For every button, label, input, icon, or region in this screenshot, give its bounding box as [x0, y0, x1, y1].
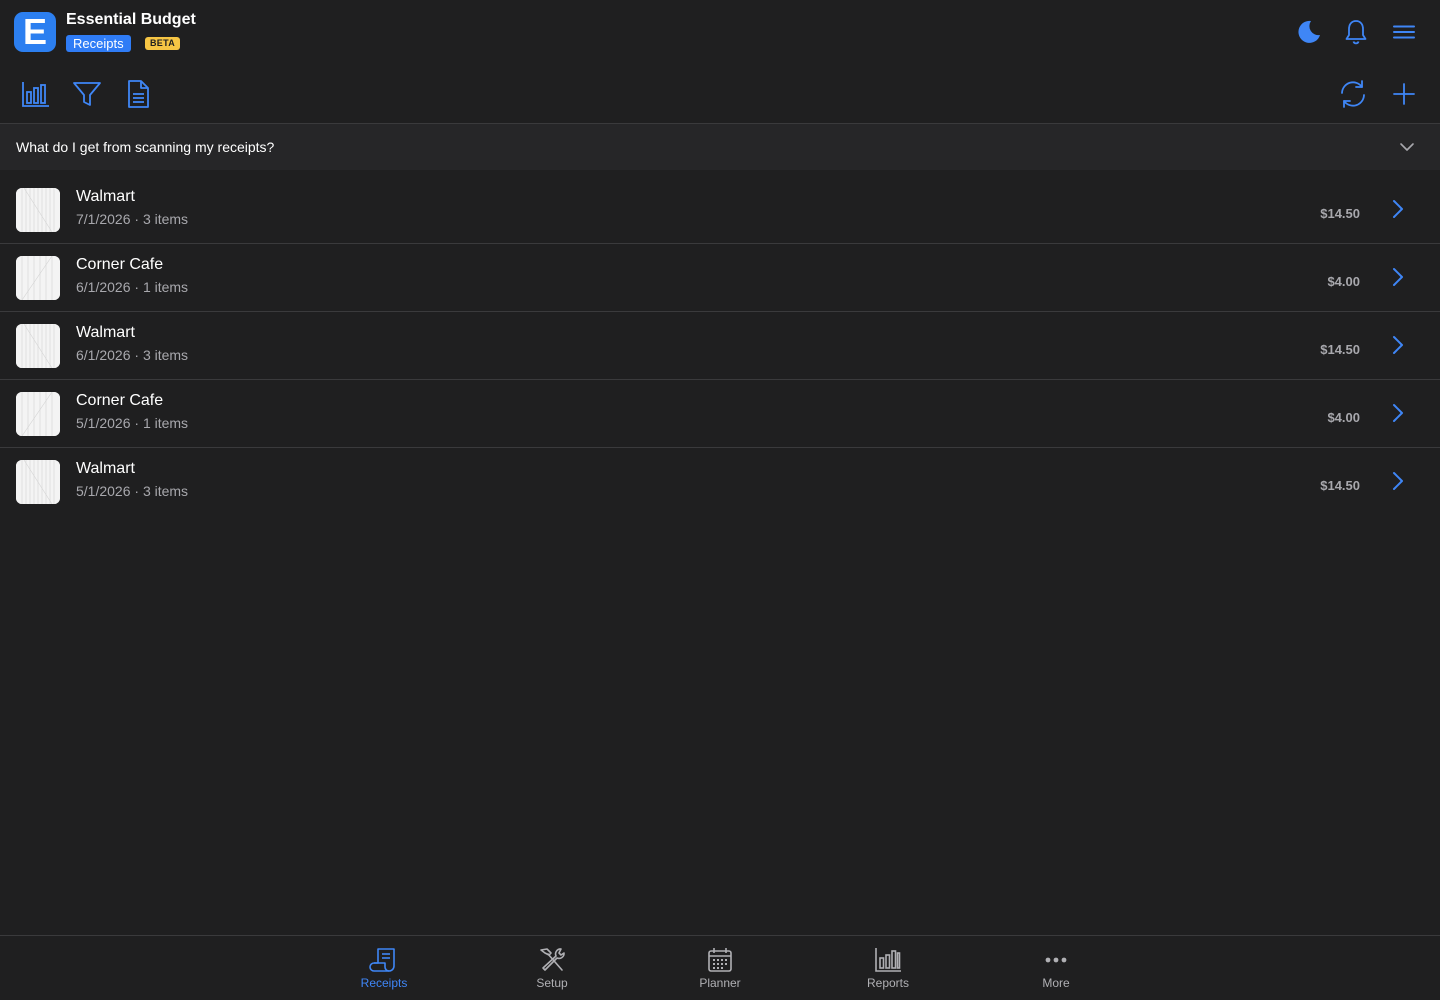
bottom-tab-bar: Receipts Setup Planner Reports More — [0, 935, 1440, 1000]
receipt-thumbnail — [16, 324, 60, 368]
receipt-row[interactable]: Walmart 6/1/2026 · 3 items $14.50 — [0, 312, 1440, 380]
receipt-row[interactable]: Walmart 5/1/2026 · 3 items $14.50 — [0, 448, 1440, 516]
receipt-meta: 7/1/2026 · 3 items — [76, 211, 189, 227]
bell-icon[interactable] — [1342, 18, 1370, 46]
receipt-thumbnail — [16, 188, 60, 232]
app-title: Essential Budget — [66, 11, 196, 28]
tab-label: More — [1042, 976, 1070, 990]
bar-chart-icon — [873, 946, 903, 974]
toolbar — [0, 64, 1440, 124]
tab-more[interactable]: More — [996, 936, 1116, 1000]
receipt-amount: $14.50 — [1320, 342, 1360, 357]
faq-question: What do I get from scanning my receipts? — [16, 139, 275, 155]
sync-icon[interactable] — [1337, 78, 1369, 110]
moon-icon[interactable] — [1294, 18, 1322, 46]
receipt-amount: $4.00 — [1327, 410, 1360, 425]
receipt-meta: 5/1/2026 · 1 items — [76, 415, 189, 431]
receipt-amount: $4.00 — [1327, 274, 1360, 289]
section-badge: Receipts — [66, 35, 131, 52]
receipt-row[interactable]: Corner Cafe 5/1/2026 · 1 items $4.00 — [0, 380, 1440, 448]
receipt-row[interactable]: Corner Cafe 6/1/2026 · 1 items $4.00 — [0, 244, 1440, 312]
receipt-thumbnail — [16, 460, 60, 504]
receipt-amount: $14.50 — [1320, 478, 1360, 493]
receipt-row[interactable]: Walmart 7/1/2026 · 3 items $14.50 — [0, 176, 1440, 244]
receipt-thumbnail — [16, 256, 60, 300]
receipt-meta: 6/1/2026 · 1 items — [76, 279, 189, 295]
tab-planner[interactable]: Planner — [660, 936, 780, 1000]
receipt-merchant: Corner Cafe — [76, 392, 164, 409]
faq-accordion[interactable]: What do I get from scanning my receipts? — [0, 124, 1440, 170]
tab-label: Receipts — [360, 976, 408, 990]
chevron-right-icon — [1390, 266, 1406, 288]
filter-icon[interactable] — [71, 78, 103, 110]
receipt-merchant: Walmart — [76, 188, 135, 205]
chevron-right-icon — [1390, 402, 1406, 424]
bar-chart-icon[interactable] — [20, 78, 52, 110]
plus-icon[interactable] — [1388, 78, 1420, 110]
menu-icon[interactable] — [1390, 18, 1418, 46]
tab-reports[interactable]: Reports — [828, 936, 948, 1000]
tab-label: Setup — [536, 976, 568, 990]
chevron-right-icon — [1390, 470, 1406, 492]
receipt-meta: 5/1/2026 · 3 items — [76, 483, 189, 499]
tab-label: Reports — [866, 976, 910, 990]
receipt-merchant: Corner Cafe — [76, 256, 164, 273]
tab-label: Planner — [699, 976, 741, 990]
tab-setup[interactable]: Setup — [492, 936, 612, 1000]
receipt-icon — [369, 946, 399, 974]
chevron-right-icon — [1390, 334, 1406, 356]
receipt-amount: $14.50 — [1320, 206, 1360, 221]
chevron-down-icon — [1398, 138, 1416, 156]
document-icon[interactable] — [122, 78, 154, 110]
receipt-merchant: Walmart — [76, 460, 135, 477]
app-header: E Essential Budget Receipts BETA — [0, 0, 1440, 64]
app-root: E Essential Budget Receipts BETA What do… — [0, 0, 1440, 1000]
calendar-icon — [705, 946, 735, 974]
more-icon — [1041, 946, 1071, 974]
tools-icon — [537, 946, 567, 974]
logo-letter: E — [22, 12, 47, 52]
chevron-right-icon — [1390, 198, 1406, 220]
beta-badge: BETA — [145, 37, 181, 50]
receipt-thumbnail — [16, 392, 60, 436]
receipt-merchant: Walmart — [76, 324, 135, 341]
receipt-meta: 6/1/2026 · 3 items — [76, 347, 189, 363]
app-logo: E — [14, 12, 56, 52]
receipt-list: Walmart 7/1/2026 · 3 items $14.50 Corner… — [0, 176, 1440, 516]
tab-receipts[interactable]: Receipts — [324, 936, 444, 1000]
